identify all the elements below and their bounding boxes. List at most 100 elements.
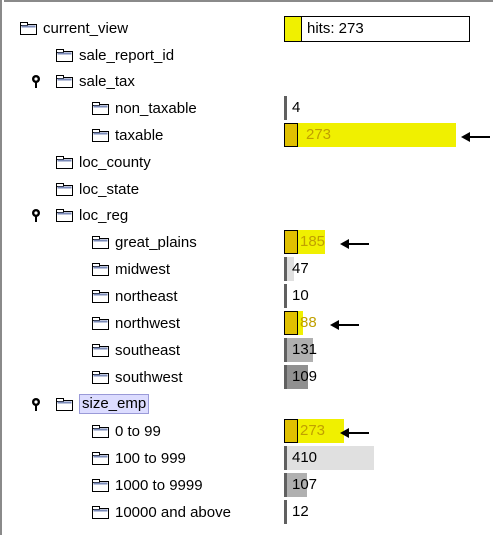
count-bar: 273 xyxy=(284,419,484,443)
pin-icon[interactable] xyxy=(30,74,42,88)
bar-marker xyxy=(284,230,298,254)
tree-node-label: current_view xyxy=(43,19,129,37)
bar-marker xyxy=(284,284,287,308)
pointer-arrow-icon xyxy=(340,237,370,254)
folder-icon xyxy=(92,451,109,465)
tree-node-label: northwest xyxy=(115,314,181,332)
tree-node[interactable]: southeast xyxy=(92,338,180,362)
count-bar: 131 xyxy=(284,338,484,362)
count-bar: 88 xyxy=(284,311,484,335)
hits-indicator: hits: 273 xyxy=(284,16,470,42)
tree-node-label: southeast xyxy=(115,341,181,359)
folder-icon xyxy=(92,478,109,492)
bar-marker xyxy=(284,123,298,147)
bar-marker xyxy=(284,419,298,443)
tree-node[interactable]: sale_report_id xyxy=(56,43,174,67)
bar-count-label: 47 xyxy=(292,260,309,277)
tree-node[interactable]: taxable xyxy=(92,123,163,147)
folder-icon xyxy=(92,370,109,384)
count-bar: 410 xyxy=(284,446,484,470)
folder-icon xyxy=(92,343,109,357)
count-bar: 47 xyxy=(284,257,484,281)
folder-icon xyxy=(56,48,73,62)
pointer-arrow-icon xyxy=(330,318,360,335)
tree-node[interactable]: size_emp xyxy=(56,392,150,416)
count-bar: 107 xyxy=(284,473,484,497)
hits-label: hits: 273 xyxy=(307,20,364,37)
count-bar: 12 xyxy=(284,500,484,524)
folder-icon xyxy=(92,262,109,276)
tree-node-label: sale_report_id xyxy=(79,46,175,64)
tree-node-label: loc_state xyxy=(79,180,140,198)
tree-node-label: midwest xyxy=(115,260,171,278)
bar-marker xyxy=(284,500,287,524)
tree-node[interactable]: 10000 and above xyxy=(92,500,231,524)
tree-node[interactable]: midwest xyxy=(92,257,170,281)
bar-marker xyxy=(284,96,287,120)
tree-node[interactable]: sale_tax xyxy=(56,69,135,93)
tree-node[interactable]: great_plains xyxy=(92,230,197,254)
folder-icon xyxy=(92,235,109,249)
bar-marker xyxy=(284,257,287,281)
tree-node-label: 1000 to 9999 xyxy=(115,476,203,494)
tree-node[interactable]: 1000 to 9999 xyxy=(92,473,203,497)
tree-node[interactable]: southwest xyxy=(92,365,183,389)
bar-count-label: 273 xyxy=(300,422,326,439)
tree-node-label: sale_tax xyxy=(79,72,135,90)
count-bar: 185 xyxy=(284,230,484,254)
tree-node-label: non_taxable xyxy=(115,99,197,117)
tree-node[interactable]: non_taxable xyxy=(92,96,197,120)
folder-icon xyxy=(92,128,109,142)
bar-count-label: 10 xyxy=(292,287,309,304)
tree-node[interactable]: northwest xyxy=(92,311,180,335)
folder-icon xyxy=(56,208,73,222)
bar-count-label: 107 xyxy=(292,476,318,493)
tree-node-label: great_plains xyxy=(115,233,197,251)
bar-count-label: 410 xyxy=(292,449,318,466)
pointer-arrow-icon xyxy=(340,426,370,443)
tree-node-label: loc_reg xyxy=(79,206,129,224)
tree-node-label: southwest xyxy=(115,368,183,386)
folder-icon xyxy=(56,155,73,169)
tree-node[interactable]: loc_reg xyxy=(56,203,128,227)
tree-node[interactable]: loc_state xyxy=(56,177,139,201)
tree-node[interactable]: loc_county xyxy=(56,150,151,174)
folder-icon xyxy=(20,21,37,35)
folder-icon xyxy=(56,397,73,411)
bar-count-label: 185 xyxy=(300,233,326,250)
folder-icon xyxy=(92,101,109,115)
tree-node[interactable]: northeast xyxy=(92,284,178,308)
count-bar: 10 xyxy=(284,284,484,308)
tree-node[interactable]: current_view xyxy=(20,16,128,40)
bar-count-label: 88 xyxy=(300,314,317,331)
bar-count-label: 109 xyxy=(292,368,318,385)
tree-node-label: taxable xyxy=(115,126,164,144)
count-bar: 273 xyxy=(284,123,484,147)
bar-count-label: 12 xyxy=(292,503,309,520)
folder-icon xyxy=(92,424,109,438)
pin-icon[interactable] xyxy=(30,397,42,411)
bar-marker xyxy=(284,473,287,497)
tree-node-label: 100 to 999 xyxy=(115,449,186,467)
tree-node-label: northeast xyxy=(115,287,178,305)
tree-node-label: size_emp xyxy=(79,394,150,414)
bar-marker xyxy=(284,311,298,335)
bar-count-label: 273 xyxy=(306,126,332,143)
folder-icon xyxy=(56,74,73,88)
tree-node[interactable]: 100 to 999 xyxy=(92,446,186,470)
pointer-arrow-icon xyxy=(461,130,491,147)
bar-marker xyxy=(284,365,287,389)
pin-icon[interactable] xyxy=(30,208,42,222)
folder-icon xyxy=(92,316,109,330)
bar-marker xyxy=(284,338,287,362)
tree-node-label: loc_county xyxy=(79,153,151,171)
bar-marker xyxy=(284,446,287,470)
folder-icon xyxy=(92,289,109,303)
count-bar: 109 xyxy=(284,365,484,389)
tree-node-label: 10000 and above xyxy=(115,503,231,521)
bar-count-label: 131 xyxy=(292,341,318,358)
folder-icon xyxy=(56,182,73,196)
panel-left-border xyxy=(0,0,4,535)
hits-mark xyxy=(285,17,302,41)
tree-node[interactable]: 0 to 99 xyxy=(92,419,161,443)
